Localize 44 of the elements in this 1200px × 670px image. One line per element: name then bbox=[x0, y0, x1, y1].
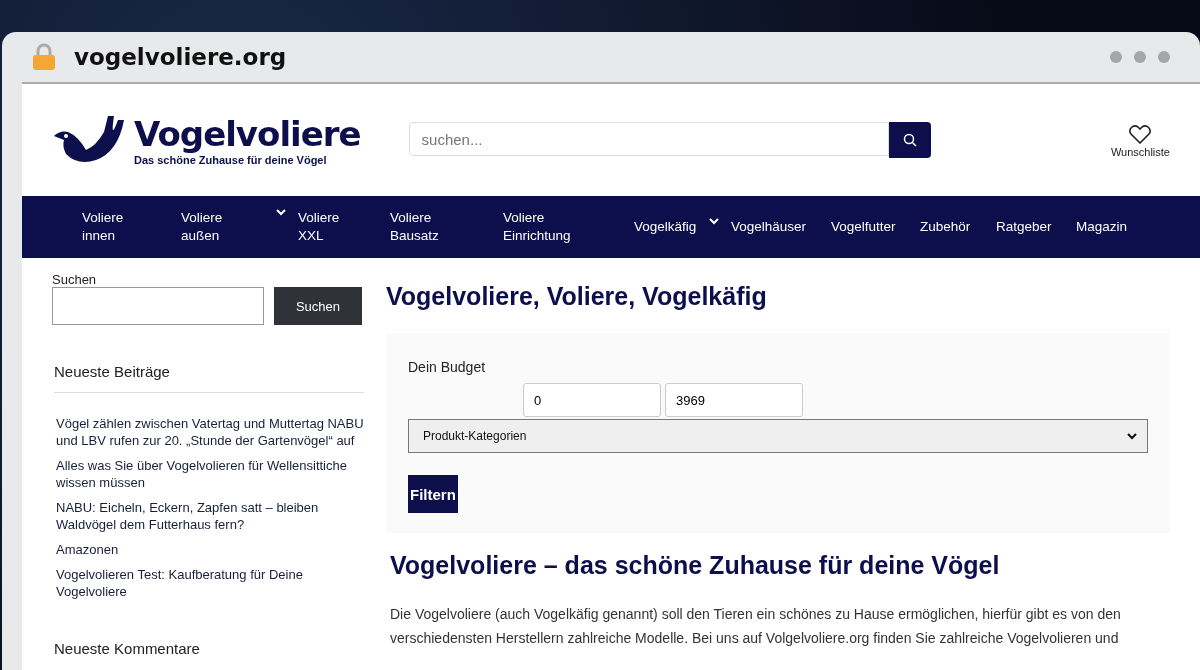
nav-item[interactable]: Voliere Bausatz bbox=[384, 209, 497, 245]
nav-item[interactable]: Vogelfutter bbox=[825, 218, 914, 236]
post-link[interactable]: NABU: Eicheln, Eckern, Zapfen satt – bleiben Waldvögel dem Futterhaus fern? bbox=[52, 499, 364, 533]
window-dot[interactable] bbox=[1110, 51, 1122, 63]
budget-label: Dein Budget bbox=[408, 359, 487, 375]
search-label: Suchen bbox=[52, 272, 98, 287]
window-dot[interactable] bbox=[1158, 51, 1170, 63]
post-link[interactable]: Alles was Sie über Vogelvolieren für Wellensittiche wissen müssen bbox=[52, 457, 364, 491]
wishlist-link[interactable]: Wunschliste bbox=[1110, 122, 1170, 158]
widget-title: Neueste Kommentare bbox=[54, 640, 201, 659]
sidebar-search-field[interactable] bbox=[52, 287, 264, 325]
intro-paragraph: Die Vogelvoliere (auch Vogelkäfig genannt) soll den Tieren ein schönes zu Hause ermöglichen, hierfür gibt es von den verschiedensten Herstellern zahlreiche Modelle. Bei uns auf Volgelvoliere.org finden Sie zahlreiche Vogelvolieren und bbox=[390, 605, 1122, 648]
post-link[interactable]: Amazonen bbox=[52, 541, 364, 558]
search-field[interactable]: suchen... bbox=[408, 122, 889, 156]
chevron-down-icon bbox=[1127, 432, 1137, 440]
filter-button[interactable]: Filtern bbox=[408, 475, 458, 513]
nav-item[interactable]: Voliere außen bbox=[175, 209, 292, 245]
chevron-down-icon bbox=[709, 218, 719, 225]
nav-item[interactable]: Voliere XXL bbox=[292, 209, 384, 245]
post-link[interactable]: Vogelvolieren Test: Kaufberatung für Deine Vogelvoliere bbox=[52, 566, 364, 600]
category-select[interactable]: Produkt-Kategorien bbox=[408, 419, 1148, 453]
search-button[interactable] bbox=[888, 122, 931, 158]
widget-title: Neueste Beiträge bbox=[54, 363, 364, 393]
nav-item[interactable]: Voliere innen bbox=[76, 209, 175, 245]
heart-icon bbox=[1128, 122, 1153, 144]
nav-item[interactable]: Magazin bbox=[1070, 218, 1146, 236]
min-price-field[interactable]: 0 bbox=[523, 383, 661, 417]
page-title: Vogelvoliere, Voliere, Vogelkäfig bbox=[386, 282, 768, 311]
address-url[interactable]: vogelvoliere.org bbox=[74, 44, 287, 70]
nav-item[interactable]: Ratgeber bbox=[990, 218, 1070, 236]
search-icon bbox=[902, 133, 917, 147]
nav-item[interactable]: Vogelkäfig bbox=[628, 218, 725, 236]
max-price-field[interactable]: 3969 bbox=[665, 383, 803, 417]
lock-icon bbox=[32, 43, 56, 71]
sidebar-search-button[interactable]: Suchen bbox=[274, 287, 362, 325]
chevron-down-icon bbox=[276, 209, 286, 216]
logo-tagline: Das schöne Zuhause für deine Vögel bbox=[134, 154, 328, 166]
section-heading: Vogelvoliere – das schöne Zuhause für deine Vögel bbox=[390, 551, 1001, 580]
nav-item[interactable]: Vogelhäuser bbox=[725, 218, 825, 236]
nav-item[interactable]: Zubehör bbox=[914, 218, 990, 236]
nav-item[interactable]: Voliere Einrichtung bbox=[497, 209, 628, 245]
window-dot[interactable] bbox=[1134, 51, 1146, 63]
post-link[interactable]: Vögel zählen zwischen Vatertag und Muttertag NABU und LBV rufen zur 20. „Stunde der Gartenvögel“ auf bbox=[52, 415, 364, 449]
logo-name[interactable]: Vogelvoliere bbox=[134, 114, 361, 154]
